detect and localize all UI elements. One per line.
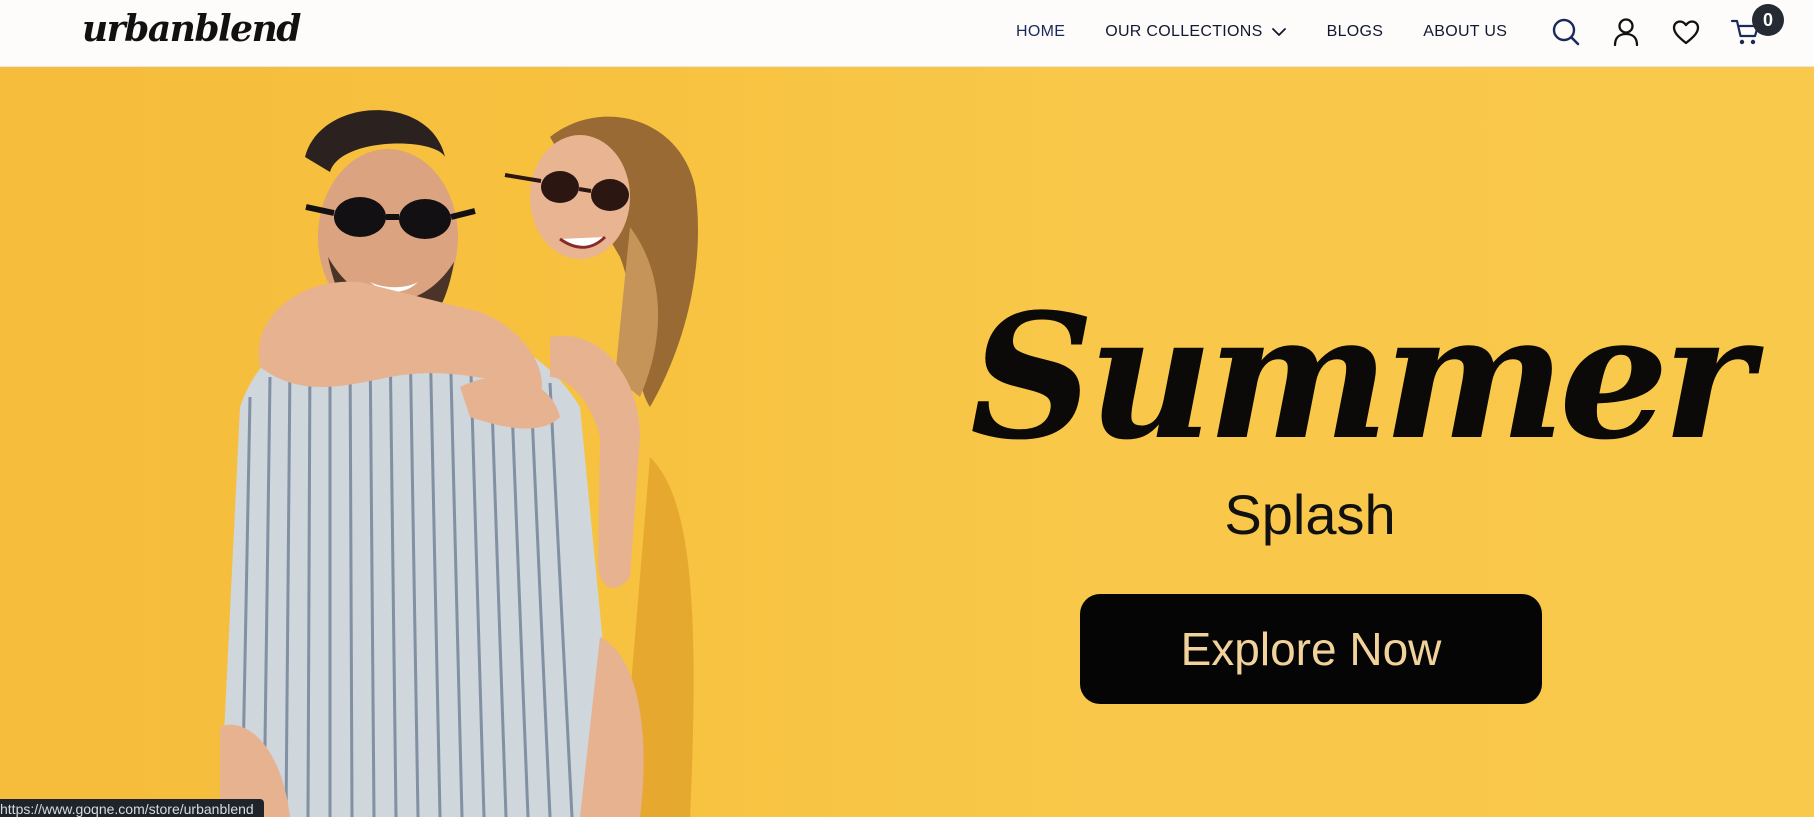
nav-blogs[interactable]: BLOGS bbox=[1327, 22, 1384, 42]
logo[interactable]: urbanblend bbox=[82, 8, 301, 56]
explore-now-button[interactable]: Explore Now bbox=[1080, 594, 1542, 704]
search-icon[interactable] bbox=[1550, 16, 1582, 48]
header-icons: 0 bbox=[1550, 4, 1784, 48]
status-bar-url: https://www.goqne.com/store/urbanblend bbox=[0, 799, 264, 817]
nav-blogs-label: BLOGS bbox=[1326, 23, 1384, 40]
nav-collections-label: OUR COLLECTIONS bbox=[1105, 23, 1263, 40]
hero-subheadline: Splash bbox=[1224, 483, 1396, 546]
nav-about-label: ABOUT US bbox=[1423, 23, 1508, 40]
nav-home[interactable]: HOME bbox=[1016, 22, 1065, 42]
nav-our-collections[interactable]: OUR COLLECTIONS bbox=[1105, 22, 1286, 42]
chevron-down-icon bbox=[1271, 27, 1287, 37]
hero-banner[interactable]: Summer Splash Explore Now bbox=[0, 67, 1814, 817]
hero-headline: Summer bbox=[970, 275, 1753, 478]
heart-icon[interactable] bbox=[1670, 16, 1702, 48]
cart-count-badge: 0 bbox=[1752, 4, 1784, 36]
site-header: urbanblend HOME OUR COLLECTIONS BLOGS AB… bbox=[0, 0, 1814, 67]
nav-home-label: HOME bbox=[1016, 23, 1066, 40]
main-nav: HOME OUR COLLECTIONS BLOGS ABOUT US bbox=[1016, 22, 1507, 42]
hero-photo bbox=[220, 110, 698, 817]
nav-about-us[interactable]: ABOUT US bbox=[1423, 22, 1507, 42]
user-icon[interactable] bbox=[1610, 16, 1642, 48]
cart-icon[interactable]: 0 bbox=[1730, 4, 1784, 48]
